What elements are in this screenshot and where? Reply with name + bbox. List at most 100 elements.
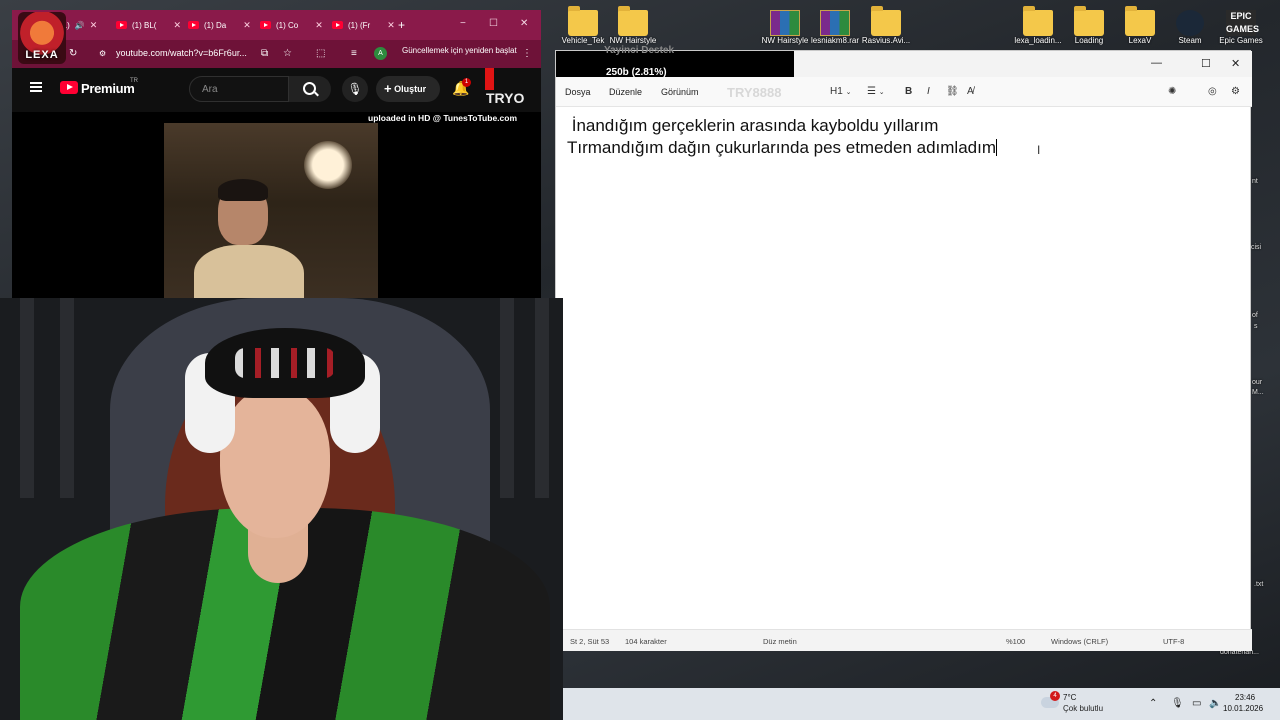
chevron-up-icon[interactable]: ⌃ bbox=[1149, 698, 1157, 709]
youtube-logo-icon[interactable] bbox=[60, 81, 78, 94]
browser-tab[interactable]: (1) (Fr ✕ bbox=[332, 16, 395, 34]
text-line-content: Tırmandığım dağın çukurlarında pes etmed… bbox=[567, 138, 996, 157]
clear-format-icon[interactable]: A̸ bbox=[967, 86, 974, 97]
account-icon[interactable]: ◎ bbox=[1208, 86, 1217, 97]
winrar-icon bbox=[820, 10, 850, 36]
side-snippet: of bbox=[1252, 312, 1258, 319]
italic-button[interactable]: I bbox=[927, 86, 930, 97]
video-player[interactable]: uploaded in HD @ TunesToTube.com bbox=[12, 112, 541, 300]
hamburger-menu-icon[interactable] bbox=[30, 82, 42, 92]
close-tab-icon[interactable]: ✕ bbox=[173, 20, 181, 31]
youtube-favicon-icon bbox=[188, 21, 199, 29]
steam-icon bbox=[1176, 10, 1204, 36]
weather-description[interactable]: Çok bulutlu bbox=[1063, 704, 1103, 713]
youtube-search-input[interactable]: Ara bbox=[189, 76, 289, 102]
lexa-logo-text: LEXA bbox=[25, 49, 59, 61]
list-dropdown[interactable]: ☰ ⌄ bbox=[867, 86, 885, 97]
plus-icon: + bbox=[384, 81, 392, 96]
browser-tab[interactable]: (1) Co ✕ bbox=[260, 16, 323, 34]
settings-gear-icon[interactable]: ⚙ bbox=[1231, 86, 1240, 97]
close-tab-icon[interactable]: ✕ bbox=[243, 20, 251, 31]
ibeam-cursor-icon: I bbox=[1037, 143, 1041, 157]
tab-label: (1) Co bbox=[276, 20, 299, 30]
youtube-region-label: TR bbox=[130, 78, 138, 84]
status-zoom[interactable]: %100 bbox=[1006, 637, 1025, 646]
install-icon[interactable]: ⧉ bbox=[261, 48, 268, 59]
search-icon[interactable] bbox=[289, 76, 331, 102]
side-snippet: s bbox=[1254, 323, 1258, 330]
folder-icon bbox=[568, 6, 598, 36]
notepad-minimize-button[interactable]: — bbox=[1151, 57, 1162, 69]
wall-stripe bbox=[500, 298, 514, 498]
red-overlay-bar bbox=[485, 68, 494, 90]
clock-date[interactable]: 10.01.2026 bbox=[1223, 704, 1263, 713]
menu-view[interactable]: Görünüm bbox=[661, 87, 699, 97]
browser-menu-icon[interactable]: ⋮ bbox=[522, 48, 532, 59]
microphone-icon[interactable]: 🎙 bbox=[342, 76, 368, 102]
heading-dropdown[interactable]: H1 ⌄ bbox=[830, 86, 851, 97]
wall-stripe bbox=[20, 298, 34, 498]
status-text-format[interactable]: Düz metin bbox=[763, 637, 797, 646]
chevron-down-icon: ⌄ bbox=[845, 89, 852, 96]
bookmark-star-icon[interactable]: ☆ bbox=[283, 48, 292, 59]
wall-stripe bbox=[60, 298, 74, 498]
copilot-icon[interactable]: ✺ bbox=[1168, 86, 1176, 97]
desktop-icon-rasvius[interactable]: Rasvius.Avi... bbox=[855, 4, 917, 56]
create-button[interactable]: + Oluştur bbox=[376, 76, 440, 102]
close-tab-icon[interactable]: ✕ bbox=[315, 20, 323, 31]
speaker-icon[interactable]: 🔊 bbox=[75, 21, 85, 30]
url-field[interactable]: youtube.com/watch?v=b6Fr6ur... bbox=[116, 48, 247, 58]
browser-minimize-button[interactable]: − bbox=[460, 18, 466, 29]
desktop-icon-epic-games[interactable]: EPIC GAMES Epic Games bbox=[1210, 4, 1272, 56]
youtube-favicon-icon bbox=[332, 21, 343, 29]
clock-time[interactable]: 23:46 bbox=[1235, 693, 1255, 702]
menu-file[interactable]: Dosya bbox=[565, 87, 591, 97]
link-icon[interactable]: ⛓ bbox=[946, 86, 959, 97]
menu-edit[interactable]: Düzenle bbox=[609, 87, 642, 97]
site-info-icon[interactable]: ⚙ bbox=[99, 49, 106, 58]
notepad-tab-overlay: Yayinci Destek 250b (2.81%) bbox=[556, 45, 794, 78]
tab-label: (1) Da bbox=[204, 20, 227, 30]
close-tab-icon[interactable]: ✕ bbox=[90, 20, 98, 31]
text-line: Tırmandığım dağın çukurlarında pes etmed… bbox=[567, 137, 997, 159]
bandana bbox=[205, 328, 365, 398]
new-tab-button[interactable]: + bbox=[398, 16, 405, 34]
notepad-close-button[interactable]: ✕ bbox=[1231, 57, 1240, 70]
media-list-icon[interactable]: ≡ bbox=[351, 48, 357, 59]
update-relaunch-button[interactable]: Güncellemek için yeniden başlat bbox=[402, 46, 517, 55]
notepad-text-area[interactable]: İnandığım gerçeklerin arasında kayboldu … bbox=[567, 115, 997, 159]
folder-icon bbox=[618, 6, 648, 36]
heading-label: H1 bbox=[830, 86, 843, 97]
display-icon[interactable]: ▭ bbox=[1192, 698, 1201, 709]
notepad-window: Yayinci Destek 250b (2.81%) — ☐ ✕ Dosya … bbox=[555, 45, 1252, 651]
weather-temperature[interactable]: 7°C bbox=[1063, 693, 1076, 702]
status-encoding[interactable]: UTF-8 bbox=[1163, 637, 1184, 646]
profile-avatar-icon[interactable]: A bbox=[374, 47, 387, 60]
browser-close-button[interactable]: ✕ bbox=[520, 18, 528, 29]
browser-tab[interactable]: (1) BL( ✕ bbox=[116, 16, 181, 34]
video-lamp bbox=[304, 141, 352, 189]
uploaded-caption: uploaded in HD @ TunesToTube.com bbox=[368, 113, 518, 123]
browser-address-bar: ↻ ⚙ youtube.com/watch?v=b6Fr6ur... ⧉ ☆ ⬚… bbox=[12, 40, 541, 68]
speaker-icon[interactable]: 🔈 bbox=[1209, 698, 1221, 709]
bullet-list-icon: ☰ bbox=[867, 86, 876, 97]
youtube-favicon-icon bbox=[260, 21, 271, 29]
youtube-premium-label[interactable]: Premium bbox=[81, 81, 135, 96]
notepad-maximize-button[interactable]: ☐ bbox=[1201, 57, 1211, 70]
watermark-text: TRY8888 bbox=[727, 85, 782, 100]
wall-stripe bbox=[535, 298, 549, 498]
lexa-profile-avatar[interactable]: LEXA bbox=[18, 12, 66, 64]
extensions-icon[interactable]: ⬚ bbox=[316, 48, 325, 59]
side-snippet: our bbox=[1252, 379, 1263, 386]
folder-icon bbox=[1074, 6, 1104, 36]
status-line-ending[interactable]: Windows (CRLF) bbox=[1051, 637, 1108, 646]
webcam-overlay bbox=[0, 298, 563, 720]
notepad-menu-bar: Dosya Düzenle Görünüm TRY8888 H1 ⌄ ☰ ⌄ B… bbox=[556, 77, 1252, 107]
browser-maximize-button[interactable]: ☐ bbox=[489, 18, 498, 29]
close-tab-icon[interactable]: ✕ bbox=[387, 20, 395, 31]
reload-icon[interactable]: ↻ bbox=[69, 48, 77, 59]
bold-button[interactable]: B bbox=[905, 86, 912, 97]
browser-tab[interactable]: (1) Da ✕ bbox=[188, 16, 251, 34]
microphone-icon[interactable]: 🎙 bbox=[1171, 698, 1184, 709]
status-char-count: 104 karakter bbox=[625, 637, 667, 646]
